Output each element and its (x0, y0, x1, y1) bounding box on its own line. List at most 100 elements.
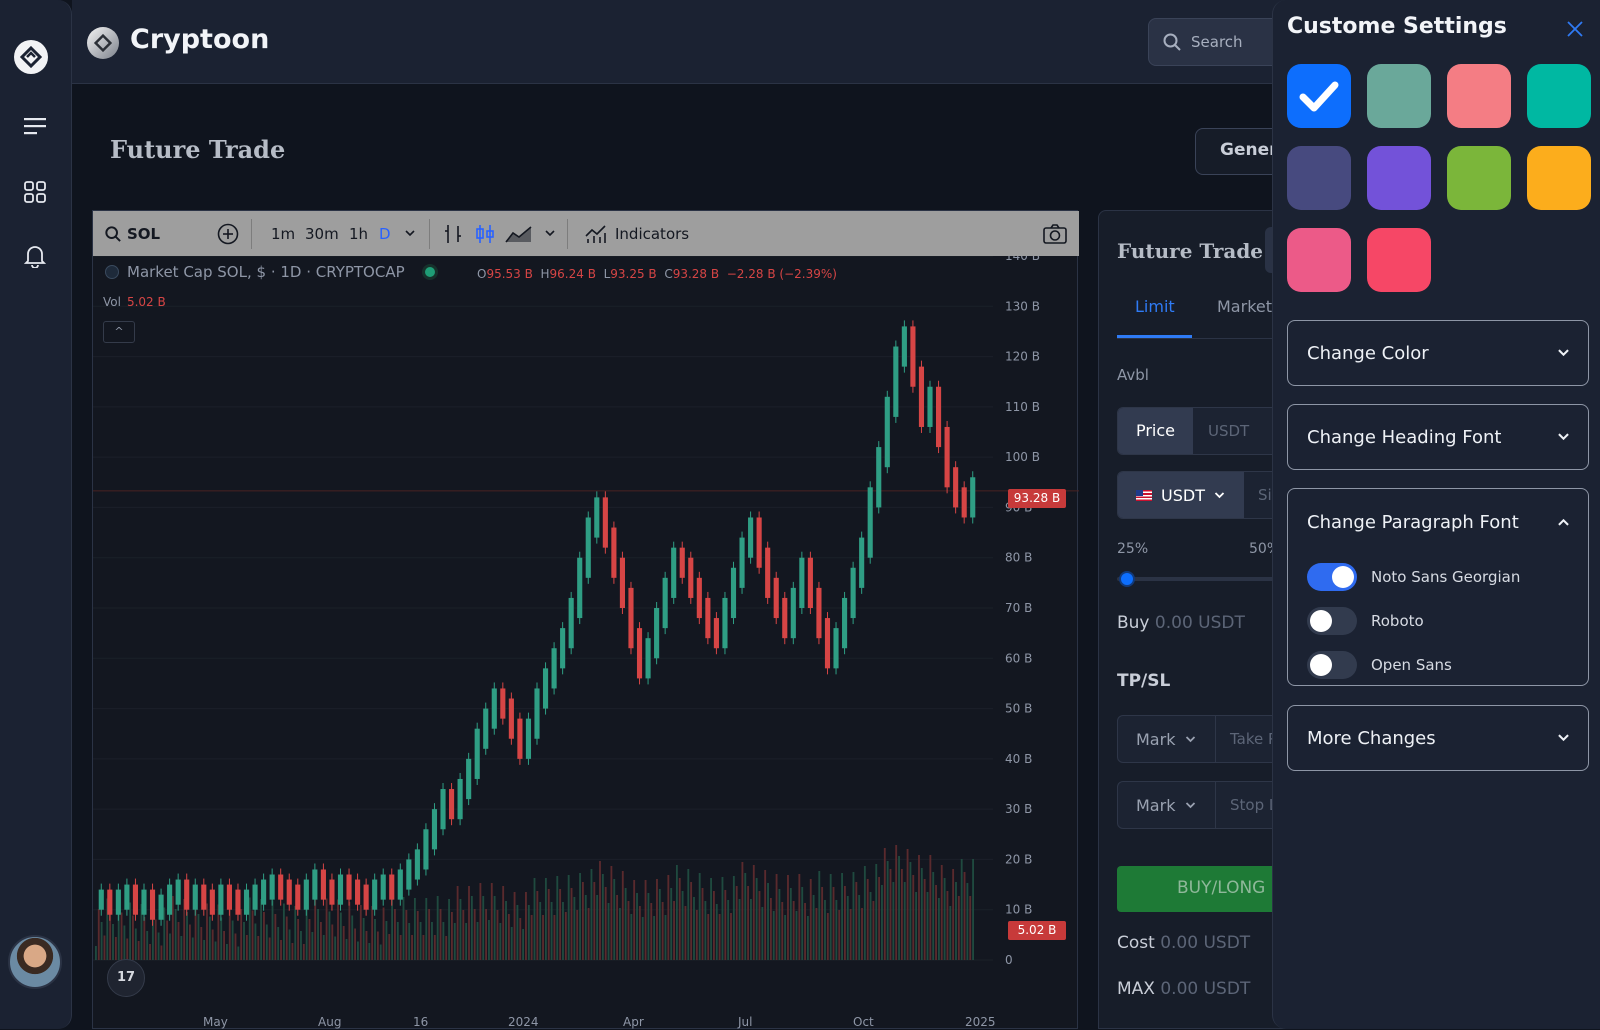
font-option-open-sans[interactable]: Open Sans (1307, 651, 1452, 679)
volume-bar (365, 931, 368, 960)
tab-limit[interactable]: Limit (1135, 297, 1175, 316)
chevron-down-icon[interactable] (405, 211, 415, 256)
chevron-down-icon[interactable] (545, 211, 555, 256)
indicators-button[interactable]: Indicators (585, 211, 689, 256)
change-color-accordion[interactable]: Change Color (1287, 320, 1589, 386)
tradingview-logo[interactable]: 17 (107, 959, 145, 997)
volume-bar (490, 883, 493, 960)
volume-bar (547, 889, 550, 960)
volume-bar (596, 895, 599, 960)
volume-bar (137, 941, 140, 960)
volume-bar (325, 898, 328, 960)
camera-icon[interactable] (1043, 211, 1067, 256)
volume-bar (502, 886, 505, 960)
close-icon[interactable] (1566, 20, 1584, 38)
candle-body (970, 477, 976, 518)
buy-long-button[interactable]: BUY/LONG (1117, 866, 1289, 912)
volume-bar (843, 886, 846, 960)
font-option-noto[interactable]: Noto Sans Georgian (1307, 563, 1520, 591)
avatar[interactable] (8, 935, 62, 989)
currency-select[interactable]: USDT (1118, 472, 1244, 518)
interval-d[interactable]: D (379, 211, 391, 256)
toggle-noto[interactable] (1307, 563, 1357, 591)
volume-bar (812, 895, 815, 960)
volume-bar (254, 923, 257, 960)
x-tick-label: May (203, 1015, 228, 1029)
more-changes-accordion[interactable]: More Changes (1287, 705, 1589, 771)
volume-bar (730, 913, 732, 960)
volume-bar (946, 891, 949, 960)
volume-bar (630, 914, 633, 960)
color-swatch[interactable] (1447, 64, 1511, 128)
price-chart[interactable]: 140 B130 B120 B110 B100 B90 B80 B70 B60 … (93, 256, 1079, 1030)
y-tick-label: 100 B (1005, 450, 1040, 464)
color-swatch[interactable] (1527, 64, 1591, 128)
color-swatch[interactable] (1527, 146, 1591, 210)
volume-bar (767, 883, 769, 960)
stop-loss-mark-select[interactable]: Mark (1118, 782, 1216, 828)
apps-grid-icon[interactable] (16, 173, 54, 211)
collapse-button[interactable]: ^ (103, 321, 135, 343)
font-option-roboto[interactable]: Roboto (1307, 607, 1424, 635)
indicators-label: Indicators (615, 224, 690, 243)
volume-bar (963, 872, 966, 960)
interval-1m[interactable]: 1m (271, 211, 295, 256)
toggle-roboto[interactable] (1307, 607, 1357, 635)
volume-bar (544, 878, 547, 960)
interval-30m[interactable]: 30m (305, 211, 339, 256)
color-swatch[interactable] (1287, 146, 1351, 210)
buy-amount: Buy 0.00 USDT (1117, 613, 1245, 633)
volume-tag: 5.02 B (1008, 921, 1066, 940)
price-field[interactable]: Price USDT (1117, 407, 1289, 455)
toggle-open-sans[interactable] (1307, 651, 1357, 679)
percent-slider[interactable] (1117, 577, 1289, 581)
color-swatch[interactable] (1367, 228, 1431, 292)
y-tick-label: 130 B (1005, 299, 1040, 313)
candle-body (124, 884, 130, 910)
volume-bar (265, 924, 268, 960)
volume-bar (408, 923, 411, 960)
area-chart-icon[interactable] (505, 211, 533, 256)
volume-bar (100, 922, 103, 960)
tab-market[interactable]: Market (1217, 297, 1272, 316)
percent-25[interactable]: 25% (1117, 541, 1148, 557)
volume-bar (957, 896, 960, 960)
volume-bar (288, 929, 291, 960)
candle-body (893, 346, 899, 417)
tpsl-label: TP/SL (1117, 671, 1171, 691)
paragraph-font-accordion[interactable]: Change Paragraph Font Noto Sans Georgian… (1287, 488, 1589, 686)
color-swatch[interactable] (1447, 146, 1511, 210)
candle-body (551, 648, 557, 689)
symbol-search[interactable]: SOL (105, 211, 160, 256)
candle-body (884, 396, 890, 468)
slider-handle[interactable] (1119, 571, 1135, 587)
volume-bar (750, 899, 752, 960)
candle-body (713, 618, 719, 649)
take-profit-field[interactable]: Mark Take P (1117, 715, 1289, 763)
ohlc-readout: O95.53 B H96.24 B L93.25 B C93.28 B −2.2… (477, 267, 837, 281)
candle-body (790, 587, 796, 639)
compare-add-icon[interactable] (217, 211, 239, 256)
candle-body (662, 577, 668, 629)
brand-logo-icon[interactable] (14, 40, 48, 74)
heading-font-accordion[interactable]: Change Heading Font (1287, 404, 1589, 470)
candles-icon[interactable] (475, 211, 495, 256)
take-profit-mark-select[interactable]: Mark (1118, 716, 1216, 762)
chevron-up-icon (1558, 518, 1569, 526)
bar-chart-icon[interactable] (443, 211, 463, 256)
color-swatch[interactable] (1367, 64, 1431, 128)
volume-bar (758, 891, 761, 960)
volume-bar (473, 909, 476, 960)
color-swatch[interactable] (1367, 146, 1431, 210)
candle-body (98, 889, 104, 910)
bell-icon[interactable] (16, 237, 54, 275)
interval-1h[interactable]: 1h (349, 211, 368, 256)
volume-bar (453, 923, 456, 960)
color-swatch[interactable] (1287, 228, 1351, 292)
size-field[interactable]: USDT Si (1117, 471, 1289, 519)
volume-bar (382, 907, 385, 960)
menu-icon[interactable] (16, 107, 54, 145)
color-swatch[interactable] (1287, 64, 1351, 128)
font-option-label: Noto Sans Georgian (1371, 568, 1521, 586)
stop-loss-field[interactable]: Mark Stop L (1117, 781, 1289, 829)
